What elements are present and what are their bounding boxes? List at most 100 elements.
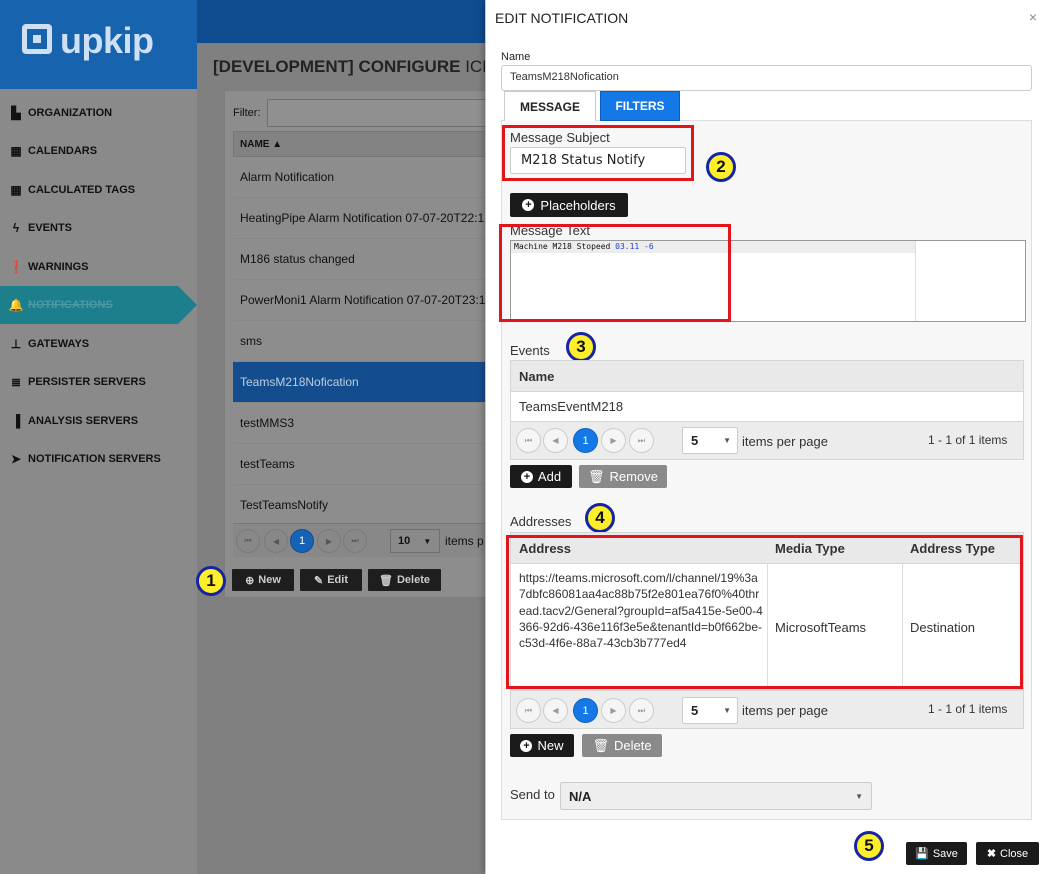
prev-page-icon[interactable]: ◀: [543, 698, 568, 723]
events-grid: Name TeamsEventM218: [510, 360, 1024, 422]
save-button[interactable]: 💾 Save: [906, 842, 967, 865]
trash-icon: 🗑: [588, 468, 605, 484]
logo: upkip: [0, 0, 197, 89]
page-button-current[interactable]: 1: [573, 698, 598, 723]
tab-message[interactable]: MESSAGE: [504, 91, 596, 121]
items-per-page-label: items per page: [742, 703, 828, 718]
plus-circle-icon: +: [520, 739, 533, 752]
addresses-pager: ⏮ ◀ 1 ▶ ⏭ 5 ▼ items per page 1 - 1 of 1 i…: [510, 690, 1024, 729]
events-pager: ⏮ ◀ 1 ▶ ⏭ 5 ▼ items per page 1 - 1 of 1 i…: [510, 421, 1024, 460]
placeholders-button[interactable]: + Placeholders: [510, 193, 628, 217]
edit-notification-dialog: EDIT NOTIFICATION × Name TeamsM218Nofica…: [485, 0, 1049, 874]
plus-circle-icon: ⊕: [245, 574, 255, 587]
events-per-page-select[interactable]: 5 ▼: [682, 427, 738, 454]
list-item[interactable]: testTeams: [233, 444, 493, 485]
new-button[interactable]: ⊕ New: [232, 569, 294, 591]
edit-button[interactable]: ✎ Edit: [300, 569, 362, 591]
callout-3: 3: [566, 332, 596, 362]
next-page-icon[interactable]: ▶: [601, 698, 626, 723]
page-info: 1 - 1 of 1 items: [928, 702, 1008, 716]
sidebar-item-gateways[interactable]: ⊥ GATEWAYS: [0, 325, 197, 363]
sidebar-item-persister-servers[interactable]: ≣ PERSISTER SERVERS: [0, 363, 197, 401]
table-row[interactable]: TeamsEventM218: [519, 399, 623, 414]
edit-icon: ✎: [314, 574, 324, 587]
highlight-box-subject: [502, 125, 694, 181]
per-page-select[interactable]: 10 ▼: [390, 529, 440, 553]
list-item[interactable]: sms: [233, 321, 493, 362]
sidebar-item-events[interactable]: ϟ EVENTS: [0, 209, 197, 247]
list-item[interactable]: Alarm Notification: [233, 157, 493, 198]
logo-mark-icon: [22, 24, 52, 54]
page-info: 1 - 1 of 1 items: [928, 433, 1008, 447]
chevron-down-icon: ▼: [723, 706, 731, 715]
last-page-icon[interactable]: ⏭: [629, 698, 654, 723]
sidebar-item-organization[interactable]: ▙ ORGANIZATION: [0, 94, 197, 132]
first-page-icon[interactable]: ⏮: [516, 428, 541, 453]
plus-circle-icon: +: [522, 199, 535, 211]
list-item[interactable]: M186 status changed: [233, 239, 493, 280]
page-button-current[interactable]: 1: [573, 428, 598, 453]
prev-page-icon[interactable]: ◀: [264, 529, 288, 553]
bell-icon: 🔔: [8, 298, 24, 312]
calendar-icon: ▦: [10, 144, 22, 158]
sidebar: upkip ▙ ORGANIZATION ▦ CALENDARS ▦ CALCULAT…: [0, 0, 197, 874]
grid-header-name[interactable]: NAME ▲: [233, 131, 493, 157]
warning-icon: ❗: [8, 260, 24, 274]
name-field[interactable]: TeamsM218Nofication: [501, 65, 1032, 91]
sidebar-item-calculated-tags[interactable]: ▦ CALCULATED TAGS: [0, 171, 197, 209]
bolt-icon: ϟ: [12, 221, 20, 235]
list-item[interactable]: TestTeamsNotify: [233, 485, 493, 526]
tab-filters[interactable]: FILTERS: [600, 91, 680, 121]
addresses-per-page-select[interactable]: 5 ▼: [682, 697, 738, 724]
list-item[interactable]: PowerMoni1 Alarm Notification 07-07-20T2…: [233, 280, 493, 321]
addresses-label: Addresses: [510, 514, 572, 529]
org-chart-icon: ▙: [11, 106, 21, 120]
callout-1: 1: [196, 566, 226, 596]
last-page-icon[interactable]: ⏭: [343, 529, 367, 553]
delete-address-button[interactable]: 🗑 Delete: [582, 734, 662, 757]
events-label: Events: [510, 343, 550, 358]
close-icon[interactable]: ×: [1029, 9, 1037, 25]
prev-page-icon[interactable]: ◀: [543, 428, 568, 453]
chevron-down-icon: ▼: [855, 792, 863, 801]
paper-plane-icon: ➤: [10, 452, 22, 466]
close-icon: ✖: [986, 848, 997, 860]
sidebar-item-notifications[interactable]: 🔔 NOTIFICATIONS: [0, 286, 197, 324]
send-to-select[interactable]: N/A ▼: [560, 782, 872, 810]
callout-5: 5: [854, 831, 884, 861]
add-event-button[interactable]: + Add: [510, 465, 572, 488]
sidebar-item-warnings[interactable]: ❗ WARNINGS: [0, 248, 197, 286]
close-button[interactable]: ✖ Close: [976, 842, 1039, 865]
last-page-icon[interactable]: ⏭: [629, 428, 654, 453]
list-item-selected[interactable]: TeamsM218Nofication: [233, 362, 493, 403]
first-page-icon[interactable]: ⏮: [516, 698, 541, 723]
callout-4: 4: [585, 503, 615, 533]
filter-input[interactable]: [267, 99, 507, 127]
trash-icon: 🗑: [592, 737, 609, 753]
delete-button[interactable]: 🗑 Delete: [368, 569, 441, 591]
dialog-title: EDIT NOTIFICATION: [495, 10, 629, 26]
sidebar-item-notification-servers[interactable]: ➤ NOTIFICATION SERVERS: [0, 440, 197, 478]
filter-label: Filter:: [233, 107, 261, 119]
chevron-down-icon: ▼: [423, 537, 432, 546]
list-item[interactable]: testMMS3: [233, 403, 493, 444]
next-page-icon[interactable]: ▶: [317, 529, 341, 553]
new-address-button[interactable]: + New: [510, 734, 574, 757]
highlight-box-addresses: [506, 535, 1023, 689]
trash-icon: 🗑: [379, 574, 393, 587]
page-title: [DEVELOPMENT] CONFIGURE ICB O: [213, 57, 511, 76]
calculator-icon: ▦: [10, 183, 22, 197]
logo-text: upkip: [60, 20, 154, 61]
events-col-name[interactable]: Name: [511, 361, 1023, 392]
list-pager: ⏮ ◀ 1 ▶ ⏭ 10 ▼ items p: [233, 523, 493, 557]
remove-event-button[interactable]: 🗑 Remove: [579, 465, 667, 488]
callout-2: 2: [706, 152, 736, 182]
page-button-current[interactable]: 1: [290, 529, 314, 553]
first-page-icon[interactable]: ⏮: [236, 529, 260, 553]
list-item[interactable]: HeatingPipe Alarm Notification 07-07-20T…: [233, 198, 493, 239]
chevron-down-icon: ▼: [723, 436, 731, 445]
sidebar-item-calendars[interactable]: ▦ CALENDARS: [0, 132, 197, 170]
next-page-icon[interactable]: ▶: [601, 428, 626, 453]
sidebar-item-analysis-servers[interactable]: ▐ ANALYSIS SERVERS: [0, 402, 197, 440]
send-to-label: Send to: [510, 787, 555, 802]
